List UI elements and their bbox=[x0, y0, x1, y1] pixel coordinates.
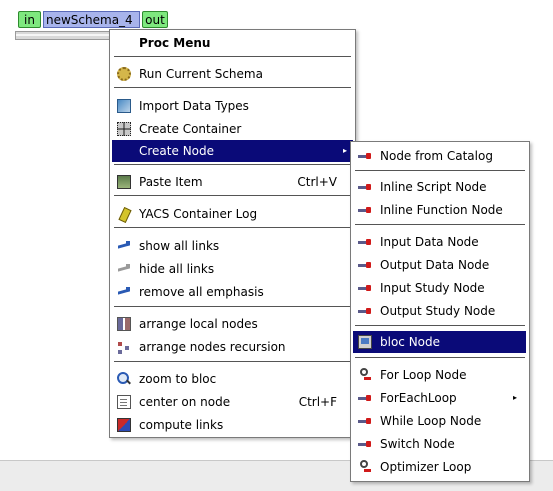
compute-links-item[interactable]: compute links bbox=[112, 414, 353, 436]
loop-icon bbox=[358, 460, 372, 474]
node-arrow-icon bbox=[358, 414, 372, 428]
shortcut-label: Ctrl+V bbox=[297, 175, 337, 189]
paste-icon bbox=[117, 175, 131, 189]
import-data-types-item[interactable]: Import Data Types bbox=[112, 95, 353, 117]
output-study-node-item[interactable]: Output Study Node bbox=[353, 300, 527, 322]
submenu-arrow-icon: ▸ bbox=[512, 393, 517, 402]
while-loop-node-item[interactable]: While Loop Node bbox=[353, 410, 527, 432]
hide-all-links-item[interactable]: hide all links bbox=[112, 258, 353, 280]
output-data-node-item[interactable]: Output Data Node bbox=[353, 254, 527, 276]
show-links-icon bbox=[117, 239, 131, 253]
node-arrow-icon bbox=[358, 203, 372, 217]
center-icon bbox=[117, 395, 131, 409]
node-arrow-icon bbox=[358, 235, 372, 249]
separator bbox=[355, 224, 525, 225]
separator bbox=[114, 164, 351, 165]
separator bbox=[114, 56, 351, 57]
bloc-node-item[interactable]: bloc Node bbox=[353, 331, 526, 353]
separator bbox=[114, 227, 351, 228]
arrange-nodes-recursion-item[interactable]: arrange nodes recursion bbox=[112, 336, 353, 358]
node-arrow-icon bbox=[358, 437, 372, 451]
switch-node-item[interactable]: Switch Node bbox=[353, 433, 527, 455]
yacs-container-log-item[interactable]: YACS Container Log bbox=[112, 203, 353, 225]
inline-script-node-item[interactable]: Inline Script Node bbox=[353, 176, 527, 198]
optimizer-loop-item[interactable]: Optimizer Loop bbox=[353, 456, 527, 478]
proc-menu-title: Proc Menu bbox=[139, 36, 211, 50]
loop-icon bbox=[358, 368, 372, 382]
separator bbox=[355, 170, 525, 171]
node-arrow-icon bbox=[358, 258, 372, 272]
gear-icon bbox=[117, 67, 131, 81]
run-current-schema-item[interactable]: Run Current Schema bbox=[112, 63, 353, 85]
submenu-arrow-icon: ▸ bbox=[342, 146, 347, 155]
output-port[interactable]: out bbox=[142, 11, 168, 28]
bloc-icon bbox=[358, 335, 372, 349]
arrange-recursion-icon bbox=[117, 340, 131, 354]
hide-links-icon bbox=[117, 262, 131, 276]
node-arrow-icon bbox=[358, 281, 372, 295]
create-node-item[interactable]: Create Node ▸ bbox=[112, 140, 353, 162]
center-on-node-item[interactable]: center on node Ctrl+F bbox=[112, 391, 353, 413]
paste-item[interactable]: Paste Item Ctrl+V bbox=[112, 171, 353, 193]
remove-emphasis-icon bbox=[117, 285, 131, 299]
node-from-catalog-item[interactable]: Node from Catalog bbox=[353, 145, 527, 167]
zoom-icon bbox=[117, 372, 131, 386]
input-data-node-item[interactable]: Input Data Node bbox=[353, 231, 527, 253]
import-types-icon bbox=[117, 99, 131, 113]
separator bbox=[355, 357, 525, 358]
node-arrow-icon bbox=[358, 149, 372, 163]
container-icon bbox=[117, 122, 131, 136]
create-node-submenu: Node from Catalog Inline Script Node Inl… bbox=[350, 141, 530, 482]
input-port[interactable]: in bbox=[18, 11, 41, 28]
create-container-item[interactable]: Create Container bbox=[112, 118, 353, 140]
node-arrow-icon bbox=[358, 180, 372, 194]
zoom-to-bloc-item[interactable]: zoom to bloc bbox=[112, 368, 353, 390]
node-arrow-icon bbox=[358, 304, 372, 318]
remove-all-emphasis-item[interactable]: remove all emphasis bbox=[112, 281, 353, 303]
log-icon bbox=[117, 207, 131, 221]
schema-node-title[interactable]: newSchema_4 bbox=[43, 11, 140, 28]
separator bbox=[114, 361, 351, 362]
separator bbox=[114, 87, 351, 88]
shortcut-label: Ctrl+F bbox=[298, 395, 337, 409]
foreachloop-item[interactable]: ForEachLoop ▸ bbox=[353, 387, 527, 409]
inline-function-node-item[interactable]: Inline Function Node bbox=[353, 199, 527, 221]
separator bbox=[355, 325, 525, 326]
compute-links-icon bbox=[117, 418, 131, 432]
separator bbox=[114, 195, 351, 196]
for-loop-node-item[interactable]: For Loop Node bbox=[353, 364, 527, 386]
separator bbox=[114, 306, 351, 307]
input-study-node-item[interactable]: Input Study Node bbox=[353, 277, 527, 299]
arrange-local-nodes-item[interactable]: arrange local nodes bbox=[112, 313, 353, 335]
proc-context-menu: Proc Menu Run Current Schema Import Data… bbox=[109, 29, 356, 438]
show-all-links-item[interactable]: show all links bbox=[112, 235, 353, 257]
node-arrow-icon bbox=[358, 391, 372, 405]
arrange-local-icon bbox=[117, 317, 131, 331]
